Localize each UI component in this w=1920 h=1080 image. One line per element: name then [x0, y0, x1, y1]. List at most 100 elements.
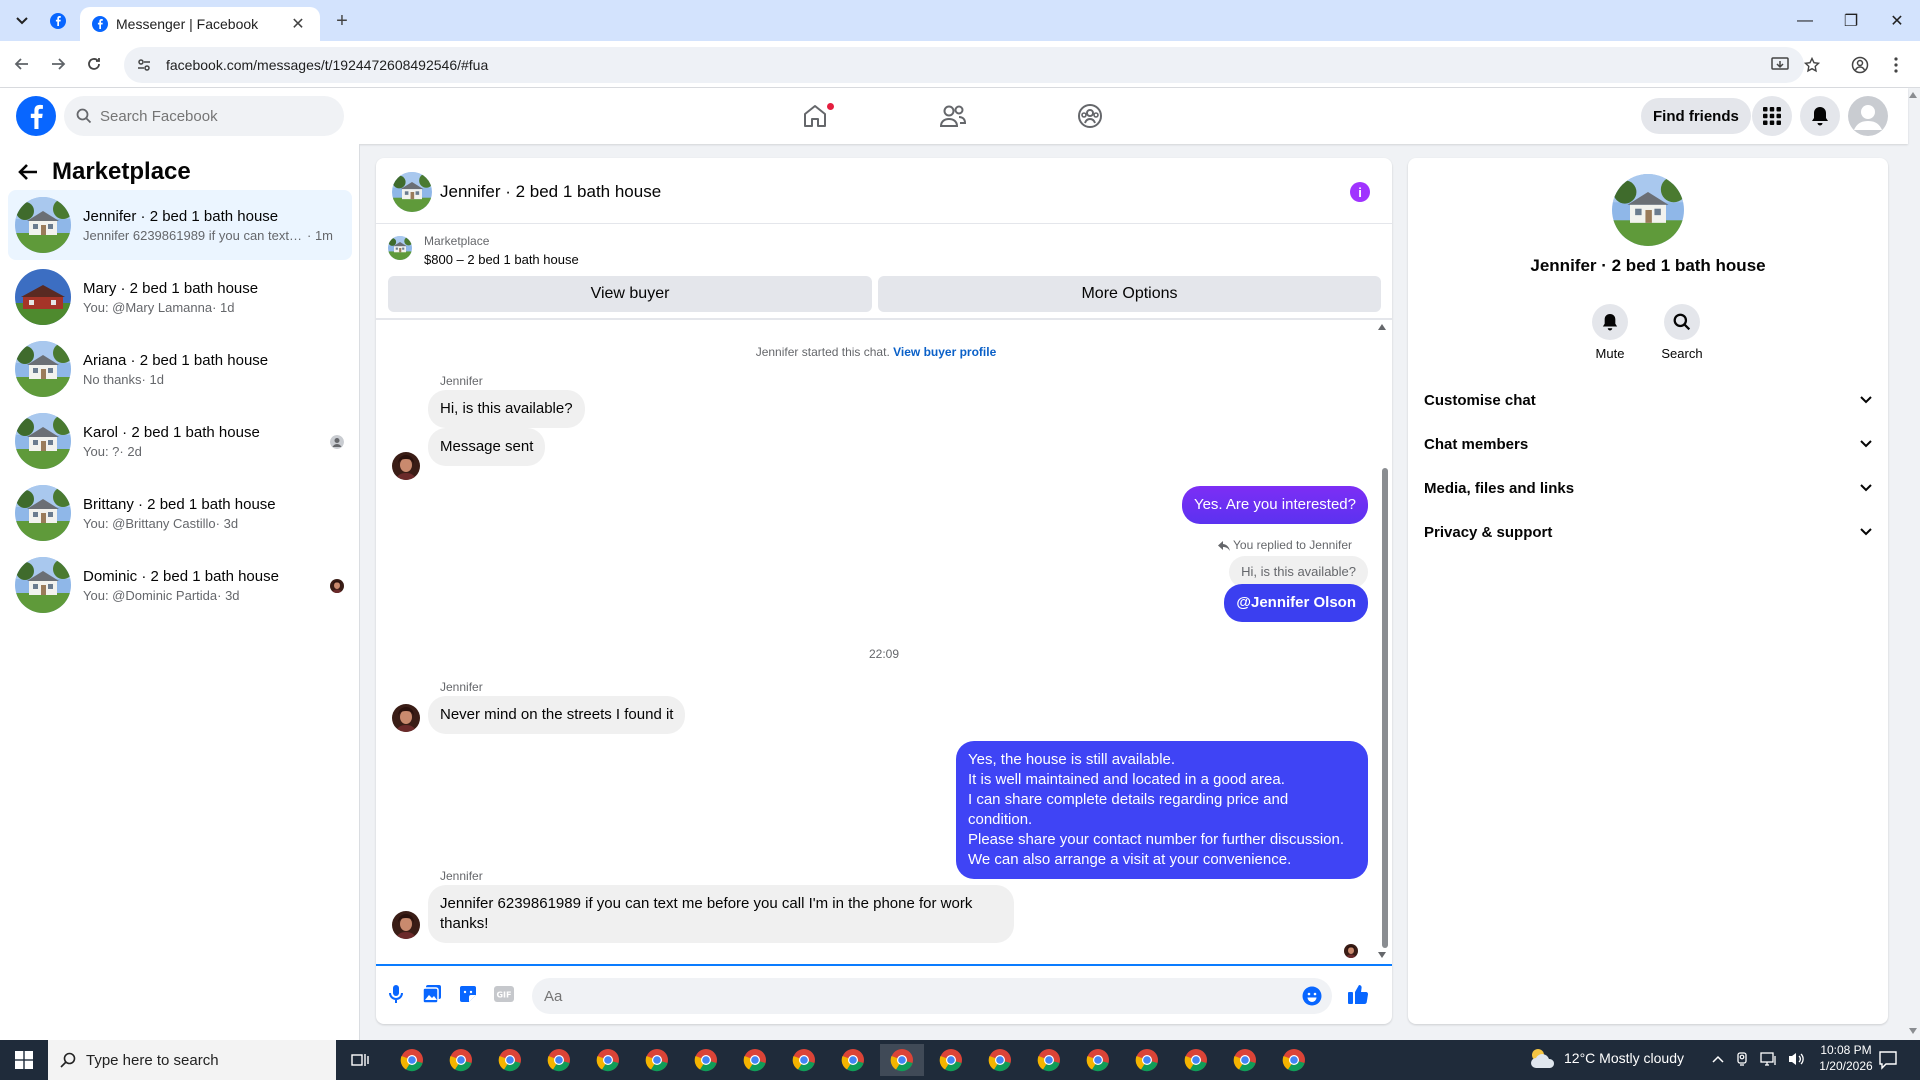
sender-avatar[interactable]: [392, 452, 420, 480]
customise-chat-section[interactable]: Customise chat: [1424, 380, 1872, 420]
voice-clip-button[interactable]: [384, 982, 408, 1006]
chrome-window[interactable]: [929, 1044, 973, 1076]
minimize-button[interactable]: —: [1782, 0, 1828, 41]
sticker-button[interactable]: [456, 982, 480, 1006]
chrome-window[interactable]: [1125, 1044, 1169, 1076]
chrome-window[interactable]: [635, 1044, 679, 1076]
back-arrow-icon[interactable]: [18, 163, 38, 181]
profile-button[interactable]: [1842, 41, 1878, 88]
chrome-window[interactable]: [831, 1044, 875, 1076]
chrome-window[interactable]: [390, 1044, 434, 1076]
task-view-button[interactable]: [338, 1044, 382, 1076]
view-buyer-button[interactable]: View buyer: [388, 276, 872, 312]
page-scroll-down-icon[interactable]: [1909, 1028, 1917, 1034]
privacy-support-section[interactable]: Privacy & support: [1424, 512, 1872, 552]
pinned-facebook-tab[interactable]: [44, 7, 72, 35]
chat-title[interactable]: Jennifer · 2 bed 1 bath house: [440, 182, 661, 202]
site-settings-icon[interactable]: [136, 57, 152, 73]
chat-details-avatar[interactable]: [1612, 174, 1684, 246]
facebook-search-input[interactable]: [100, 107, 320, 125]
close-window-button[interactable]: ✕: [1874, 0, 1920, 41]
nav-home[interactable]: [760, 92, 870, 140]
notification-center-button[interactable]: [1878, 1050, 1898, 1070]
facebook-search[interactable]: [64, 96, 344, 136]
chat-members-section[interactable]: Chat members: [1424, 424, 1872, 464]
conversation-item[interactable]: Ariana · 2 bed 1 bath house No thanks · …: [8, 334, 352, 404]
chrome-window[interactable]: [488, 1044, 532, 1076]
chat-avatar[interactable]: [392, 172, 432, 212]
browser-menu-button[interactable]: [1878, 41, 1914, 88]
info-icon[interactable]: i: [1350, 182, 1370, 202]
url-text[interactable]: facebook.com/messages/t/1924472608492546…: [166, 57, 488, 73]
message-bubble[interactable]: Hi, is this available?: [428, 390, 585, 428]
restore-button[interactable]: ❐: [1828, 0, 1874, 41]
gif-button[interactable]: GIF: [492, 982, 516, 1006]
chevron-up-icon[interactable]: [1712, 1055, 1724, 1063]
conversation-item[interactable]: Karol · 2 bed 1 bath house You: ? · 2d: [8, 406, 352, 476]
chrome-window[interactable]: [537, 1044, 581, 1076]
menu-button[interactable]: [1752, 96, 1792, 136]
chrome-window[interactable]: [586, 1044, 630, 1076]
start-button[interactable]: [0, 1040, 48, 1080]
scroll-up-icon[interactable]: [1378, 324, 1386, 330]
scroll-down-icon[interactable]: [1378, 952, 1386, 958]
conversation-item[interactable]: Brittany · 2 bed 1 bath house You: @Brit…: [8, 478, 352, 548]
nav-groups[interactable]: [1035, 92, 1145, 140]
listing-price[interactable]: $800 – 2 bed 1 bath house: [424, 252, 579, 267]
chrome-window[interactable]: [1272, 1044, 1316, 1076]
chrome-window[interactable]: [1076, 1044, 1120, 1076]
my-message-bubble[interactable]: @Jennifer Olson: [1224, 584, 1368, 622]
bookmark-button[interactable]: [1794, 41, 1830, 88]
message-bubble[interactable]: Never mind on the streets I found it: [428, 696, 686, 734]
more-options-button[interactable]: More Options: [878, 276, 1381, 312]
message-bubble[interactable]: Jennifer 6239861989 if you can text me b…: [428, 885, 1014, 943]
message-input[interactable]: [532, 978, 1332, 1014]
sender-avatar[interactable]: [392, 911, 420, 939]
chrome-window[interactable]: [733, 1044, 777, 1076]
my-message-bubble[interactable]: Yes. Are you interested?: [1181, 486, 1368, 524]
new-tab-button[interactable]: +: [328, 7, 356, 35]
account-avatar[interactable]: [1848, 96, 1888, 136]
conversation-item[interactable]: Mary · 2 bed 1 bath house You: @Mary Lam…: [8, 262, 352, 332]
chrome-window[interactable]: [684, 1044, 728, 1076]
taskbar-search[interactable]: Type here to search: [48, 1040, 336, 1080]
chrome-window[interactable]: [439, 1044, 483, 1076]
facebook-logo-icon[interactable]: [16, 96, 56, 136]
network-icon[interactable]: [1760, 1051, 1778, 1067]
tab-search-button[interactable]: [8, 7, 36, 35]
media-files-links-section[interactable]: Media, files and links: [1424, 468, 1872, 508]
conversation-item[interactable]: Dominic · 2 bed 1 bath house You: @Domin…: [8, 550, 352, 620]
install-app-button[interactable]: [1762, 41, 1798, 88]
my-message-bubble[interactable]: Yes, the house is still available. It is…: [956, 741, 1368, 879]
chrome-window[interactable]: [1027, 1044, 1071, 1076]
back-button[interactable]: [4, 46, 40, 82]
chrome-window[interactable]: [1174, 1044, 1218, 1076]
message-bubble[interactable]: Message sent: [428, 428, 546, 466]
mute-button[interactable]: Mute: [1580, 304, 1640, 361]
conversation-item[interactable]: Jennifer · 2 bed 1 bath house Jennifer 6…: [8, 190, 352, 260]
volume-icon[interactable]: [1788, 1051, 1806, 1067]
emoji-button[interactable]: [1300, 984, 1324, 1008]
address-bar[interactable]: facebook.com/messages/t/1924472608492546…: [124, 47, 1804, 83]
chrome-window[interactable]: [978, 1044, 1022, 1076]
chrome-window[interactable]: [1223, 1044, 1267, 1076]
attach-photo-button[interactable]: [420, 982, 444, 1006]
weather-widget[interactable]: 12°C Mostly cloudy: [1528, 1046, 1684, 1070]
notifications-button[interactable]: [1800, 96, 1840, 136]
search-in-chat-button[interactable]: Search: [1652, 304, 1712, 361]
chrome-window[interactable]: [782, 1044, 826, 1076]
reload-button[interactable]: [76, 46, 112, 82]
page-scroll-up-icon[interactable]: [1909, 92, 1917, 98]
like-button[interactable]: [1346, 982, 1370, 1006]
forward-button[interactable]: [40, 46, 76, 82]
find-friends-button[interactable]: Find friends: [1641, 98, 1751, 134]
clock[interactable]: 10:08 PM 1/20/2026: [1808, 1043, 1884, 1073]
close-tab-icon[interactable]: ✕: [288, 14, 308, 34]
camera-icon[interactable]: [1734, 1051, 1750, 1067]
sender-avatar[interactable]: [392, 704, 420, 732]
nav-friends[interactable]: [898, 92, 1008, 140]
scrollbar-thumb[interactable]: [1382, 468, 1388, 948]
chrome-window-active[interactable]: [880, 1044, 924, 1076]
active-tab[interactable]: Messenger | Facebook ✕: [80, 7, 320, 41]
view-buyer-profile-link[interactable]: View buyer profile: [893, 345, 996, 359]
